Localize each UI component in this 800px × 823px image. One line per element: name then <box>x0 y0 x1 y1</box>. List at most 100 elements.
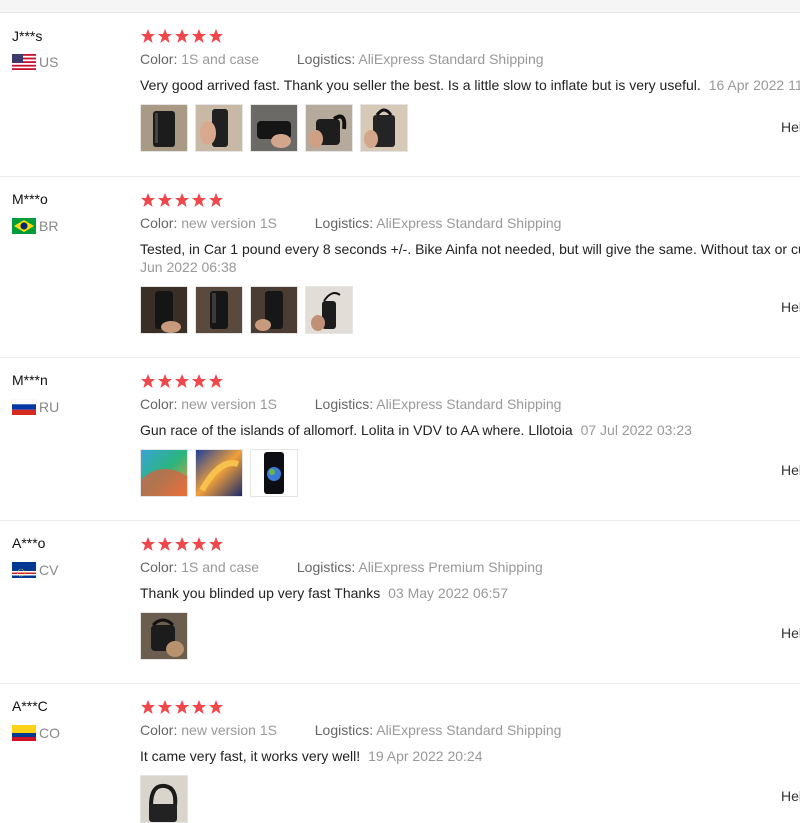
review-photo[interactable] <box>250 449 298 497</box>
color-value: new version 1S <box>181 396 277 412</box>
star-icon <box>209 193 223 207</box>
review-item: J***s US Color: 1S and case Logistics: A… <box>0 12 800 177</box>
reviewer-country: CO <box>12 725 60 741</box>
color-value: new version 1S <box>181 215 277 231</box>
order-info: Color: new version 1S Logistics: AliExpr… <box>140 722 561 738</box>
star-icon <box>141 374 155 388</box>
logistics-value: AliExpress Standard Shipping <box>376 215 562 231</box>
country-code: BR <box>39 218 59 234</box>
logistics-label: Logistics: <box>314 396 374 412</box>
logistics-value: AliExpress Standard Shipping <box>376 396 562 412</box>
review-date: 03 May 2022 06:57 <box>388 585 508 601</box>
review-item: M***o BR Color: new version 1S Logistics… <box>0 176 800 358</box>
review-body: Very good arrived fast. Thank you seller… <box>140 77 701 93</box>
reviewer-country: CV <box>12 562 58 578</box>
star-icon <box>192 537 206 551</box>
review-photo[interactable] <box>140 775 188 823</box>
review-photo[interactable] <box>140 612 188 660</box>
review-body: It came very fast, it works very well! <box>140 748 361 764</box>
reviewer-name: A***o <box>12 535 46 551</box>
star-icon <box>175 29 189 43</box>
star-rating <box>140 28 225 44</box>
reviewer-country: RU <box>12 399 59 415</box>
review-body: Thank you blinded up very fast Thanks <box>140 585 381 601</box>
color-value: 1S and case <box>181 51 260 67</box>
review-text: Very good arrived fast. Thank you seller… <box>140 76 800 94</box>
review-photo[interactable] <box>250 104 298 152</box>
flag-co-icon <box>12 725 36 741</box>
color-label: Color: <box>140 722 178 738</box>
star-rating <box>140 373 225 389</box>
review-photos <box>140 612 195 660</box>
color-value: new version 1S <box>181 722 277 738</box>
review-photo[interactable] <box>305 104 353 152</box>
color-label: Color: <box>140 51 178 67</box>
star-icon <box>192 700 206 714</box>
color-label: Color: <box>140 215 178 231</box>
review-photo[interactable] <box>140 449 188 497</box>
country-code: RU <box>39 399 60 415</box>
country-code: US <box>39 54 59 70</box>
star-icon <box>158 29 172 43</box>
order-info: Color: 1S and case Logistics: AliExpress… <box>140 559 543 575</box>
color-value: 1S and case <box>181 559 260 575</box>
review-photo[interactable] <box>195 104 243 152</box>
review-photo[interactable] <box>140 104 188 152</box>
star-icon <box>158 374 172 388</box>
review-photo[interactable] <box>140 286 188 334</box>
star-icon <box>175 374 189 388</box>
star-icon <box>141 700 155 714</box>
helpful-button[interactable]: Hel <box>781 462 800 478</box>
country-code: CO <box>39 725 60 741</box>
logistics-label: Logistics: <box>296 559 356 575</box>
color-label: Color: <box>140 396 178 412</box>
logistics-label: Logistics: <box>314 215 374 231</box>
star-icon <box>141 193 155 207</box>
review-photo[interactable] <box>195 449 243 497</box>
reviewer-name: M***n <box>12 372 48 388</box>
star-icon <box>175 700 189 714</box>
reviewer-country: US <box>12 54 58 70</box>
color-label: Color: <box>140 559 178 575</box>
helpful-button[interactable]: Hel <box>781 299 800 315</box>
review-photos <box>140 104 415 152</box>
star-icon <box>175 537 189 551</box>
review-date: 16 Apr 2022 11 <box>708 77 800 93</box>
star-icon <box>141 537 155 551</box>
star-icon <box>209 374 223 388</box>
order-info: Color: new version 1S Logistics: AliExpr… <box>140 396 561 412</box>
review-photo[interactable] <box>360 104 408 152</box>
reviewer-name: J***s <box>12 28 43 44</box>
star-icon <box>141 29 155 43</box>
reviewer-country: BR <box>12 218 58 234</box>
logistics-value: AliExpress Premium Shipping <box>358 559 543 575</box>
flag-us-icon <box>12 54 36 70</box>
helpful-button[interactable]: Hel <box>781 788 800 804</box>
logistics-value: AliExpress Standard Shipping <box>358 51 544 67</box>
flag-ru-icon <box>12 399 36 415</box>
review-photo[interactable] <box>195 286 243 334</box>
helpful-button[interactable]: Hel <box>781 625 800 641</box>
review-body: Tested, in Car 1 pound every 8 seconds +… <box>140 241 800 257</box>
review-text: Thank you blinded up very fast Thanks 03… <box>140 584 800 602</box>
star-icon <box>192 193 206 207</box>
review-photo[interactable] <box>305 286 353 334</box>
review-text: Gun race of the islands of allomorf. Lol… <box>140 421 800 439</box>
review-item: A***C CO Color: new version 1S Logistics… <box>0 683 800 823</box>
review-date: Jun 2022 06:38 <box>140 259 237 275</box>
review-photos <box>140 286 360 334</box>
star-icon <box>192 29 206 43</box>
reviewer-name: A***C <box>12 698 48 714</box>
review-date: 19 Apr 2022 20:24 <box>368 748 483 764</box>
star-icon <box>158 537 172 551</box>
review-date: 07 Jul 2022 03:23 <box>580 422 692 438</box>
star-icon <box>209 700 223 714</box>
review-photo[interactable] <box>250 286 298 334</box>
country-code: CV <box>39 562 59 578</box>
logistics-value: AliExpress Standard Shipping <box>376 722 562 738</box>
review-item: M***n RU Color: new version 1S Logistics… <box>0 357 800 521</box>
review-photos <box>140 775 195 823</box>
helpful-button[interactable]: Hel <box>781 119 800 135</box>
star-icon <box>209 29 223 43</box>
review-body: Gun race of the islands of allomorf. Lol… <box>140 422 573 438</box>
